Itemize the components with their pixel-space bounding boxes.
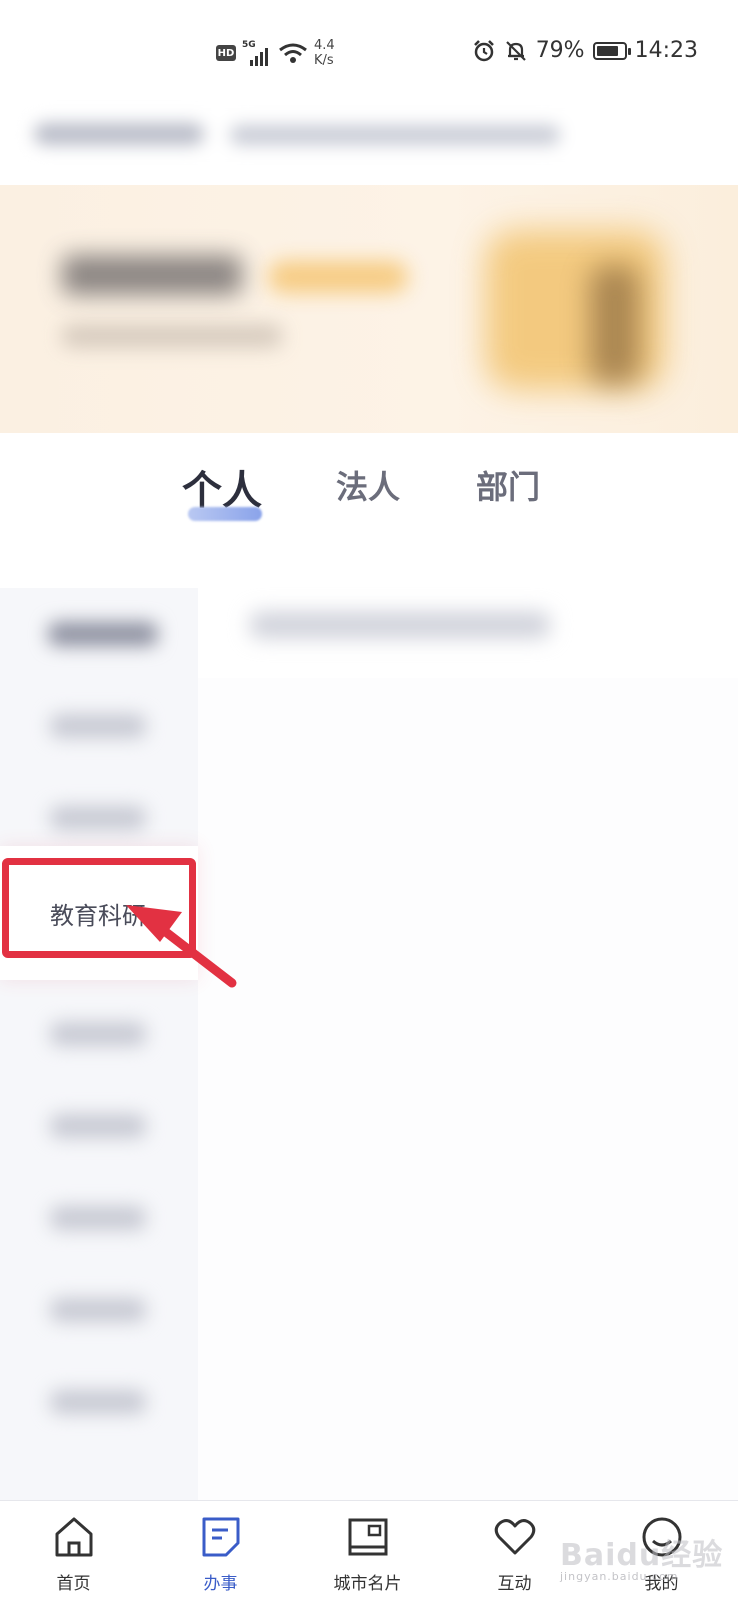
search-bar[interactable] xyxy=(20,105,680,165)
nav-home[interactable]: 首页 xyxy=(0,1501,147,1601)
nav-city-card-label: 城市名片 xyxy=(333,1574,402,1594)
nav-tasks-label: 办事 xyxy=(203,1574,238,1594)
tab-legal-person[interactable]: 法人 xyxy=(336,462,400,508)
category-tabs: 个人 法人 部门 xyxy=(0,440,738,540)
service-list xyxy=(198,678,738,1500)
battery-percent: 79% xyxy=(535,38,585,63)
status-right: 79% 14:23 xyxy=(472,38,698,63)
sidebar-item[interactable] xyxy=(0,1264,198,1356)
sidebar-item[interactable] xyxy=(0,1080,198,1172)
network-speed: 4.4 K/s xyxy=(314,38,335,68)
task-icon xyxy=(202,1517,239,1557)
home-icon xyxy=(55,1517,92,1557)
alarm-icon xyxy=(473,39,494,61)
status-bar: HD 5G 4.4 K/s 79% 14:23 xyxy=(0,0,738,100)
mute-bell-icon xyxy=(505,40,526,61)
status-left: HD 5G 4.4 K/s xyxy=(216,38,335,68)
nav-city-card[interactable]: 城市名片 xyxy=(294,1501,441,1601)
sidebar-item[interactable] xyxy=(0,1356,198,1448)
speed-unit: K/s xyxy=(314,53,334,68)
nav-home-label: 首页 xyxy=(56,1574,91,1594)
sidebar-item[interactable] xyxy=(0,988,198,1080)
cellular-signal-icon: 5G xyxy=(242,40,272,66)
sidebar-item[interactable] xyxy=(0,1172,198,1264)
wifi-icon xyxy=(279,43,307,63)
active-tab-indicator xyxy=(188,507,262,521)
hd-badge: HD xyxy=(216,45,236,61)
clock-time: 14:23 xyxy=(634,38,698,63)
speed-value: 4.4 xyxy=(314,38,335,53)
sidebar-item[interactable] xyxy=(0,680,198,772)
category-sidebar xyxy=(0,588,198,1500)
nav-tasks[interactable]: 办事 xyxy=(147,1501,294,1601)
tab-department[interactable]: 部门 xyxy=(476,462,540,508)
promo-banner[interactable] xyxy=(0,185,738,433)
content-header xyxy=(198,588,738,678)
highlight-box xyxy=(2,858,196,958)
battery-icon xyxy=(592,41,631,60)
watermark: Baidu经验 jingyan.baidu.com xyxy=(560,1530,723,1583)
watermark-text: Baidu经验 xyxy=(560,1538,724,1573)
city-card-icon xyxy=(348,1518,387,1556)
sidebar-item[interactable] xyxy=(0,588,198,680)
heart-icon xyxy=(494,1519,535,1555)
